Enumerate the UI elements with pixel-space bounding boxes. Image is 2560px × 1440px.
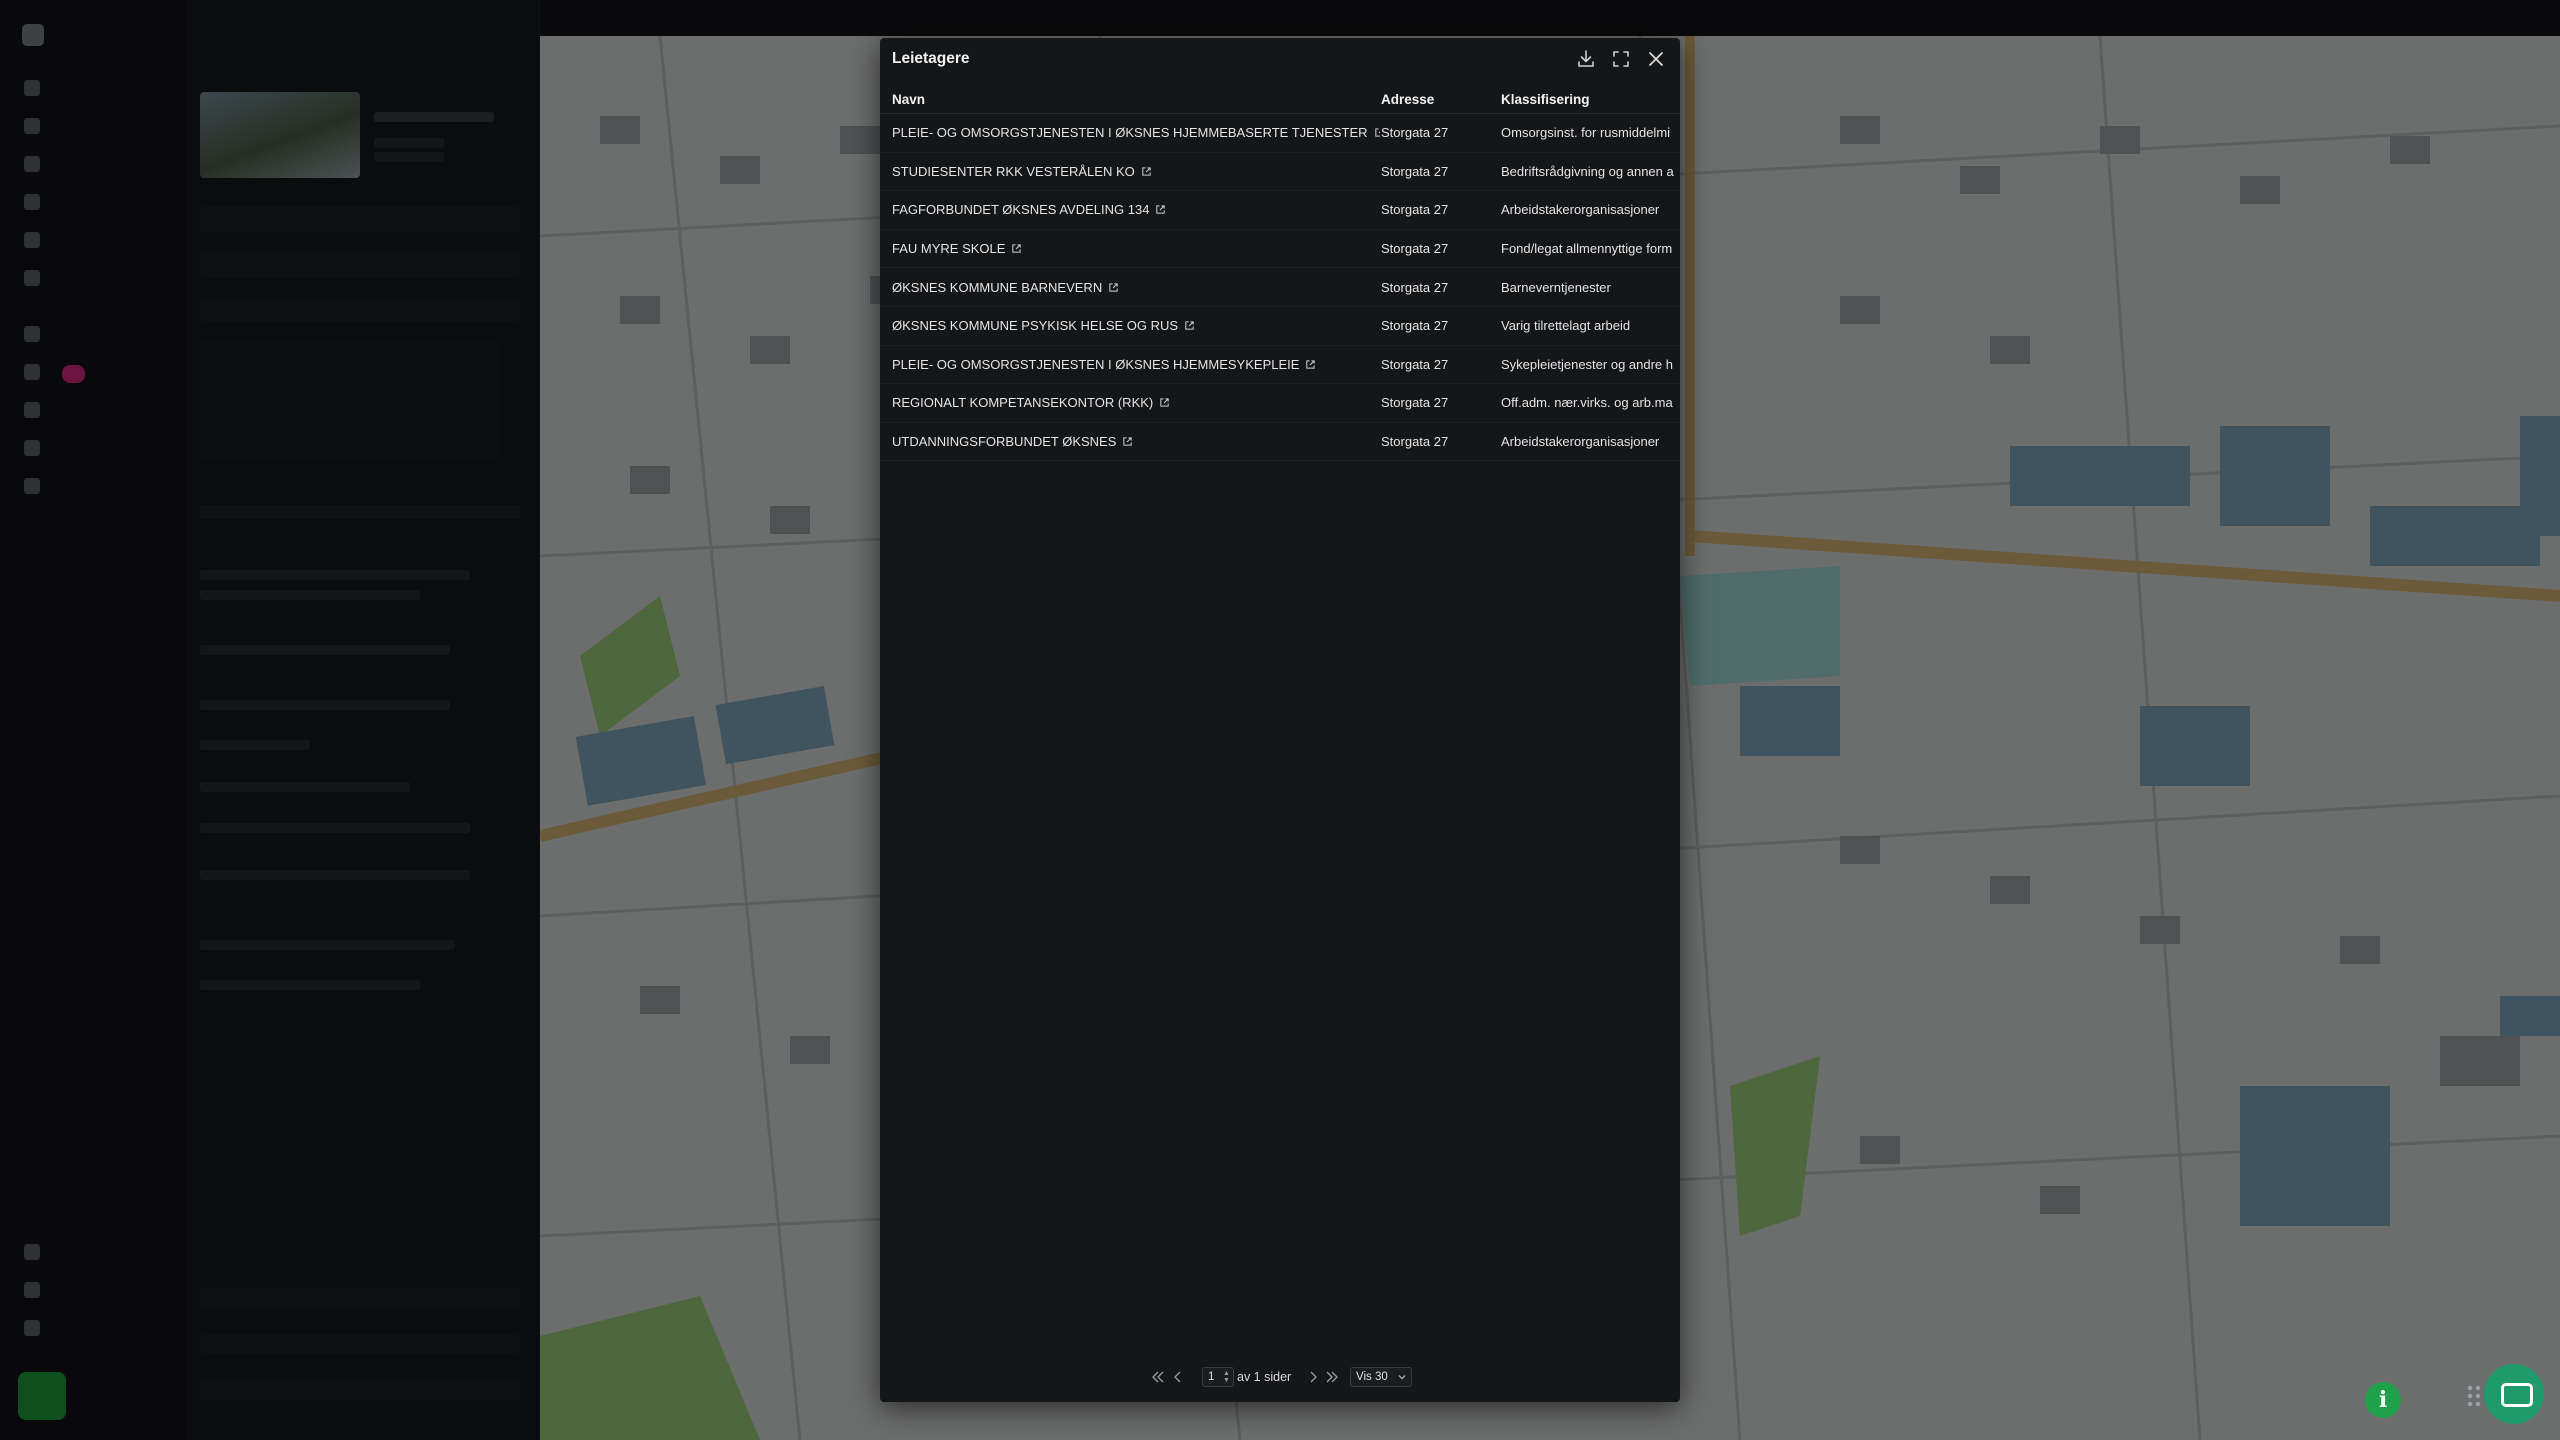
- tenant-name-cell[interactable]: PLEIE- OG OMSORGSTJENESTEN I ØKSNES HJEM…: [892, 114, 1380, 152]
- table-row[interactable]: STUDIESENTER RKK VESTERÅLEN KO Storgata 2…: [880, 153, 1680, 192]
- tenant-classification-cell: Bedriftsrådgivning og annen a: [1501, 163, 1674, 179]
- tenant-name-link[interactable]: UTDANNINGSFORBUNDET ØKSNES: [892, 434, 1116, 449]
- last-page-button[interactable]: [1324, 1369, 1340, 1385]
- tenant-classification-cell: Omsorgsinst. for rusmiddelmi: [1501, 125, 1671, 141]
- page-count-text: av 1 sider: [1237, 1370, 1292, 1384]
- tenant-address-cell: Storgata 27: [1381, 356, 1449, 372]
- tenant-classification-cell: Barneverntjenester: [1501, 279, 1611, 295]
- tenant-name-link[interactable]: ØKSNES KOMMUNE BARNEVERN: [892, 280, 1102, 295]
- tenant-name-cell[interactable]: FAU MYRE SKOLE: [892, 230, 1380, 268]
- tenant-address-cell: Storgata 27: [1381, 125, 1449, 141]
- tenant-name-cell[interactable]: STUDIESENTER RKK VESTERÅLEN KO: [892, 153, 1380, 191]
- tenants-table: Navn Adresse Klassifisering PLEIE- OG OM…: [880, 86, 1680, 462]
- chat-icon[interactable]: [2484, 1364, 2544, 1424]
- chevron-down-icon: [1398, 1375, 1406, 1380]
- tenant-name-cell[interactable]: ØKSNES KOMMUNE PSYKISK HELSE OG RUS: [892, 307, 1380, 345]
- tenant-name-link[interactable]: REGIONALT KOMPETANSEKONTOR (RKK): [892, 395, 1153, 410]
- tenant-name-link[interactable]: STUDIESENTER RKK VESTERÅLEN KO: [892, 164, 1135, 179]
- tenant-classification-cell: Fond/legat allmennyttige form: [1501, 241, 1673, 257]
- tenant-address-cell: Storgata 27: [1381, 434, 1449, 450]
- tenant-classification-cell: Arbeidstakerorganisasjoner: [1501, 434, 1660, 450]
- pagination: ▲▼ av 1 sider Vis 30: [880, 1364, 1680, 1390]
- dialog-title: Leietagere: [892, 50, 970, 67]
- tenant-address-cell: Storgata 27: [1381, 202, 1449, 218]
- external-link-icon[interactable]: [1374, 127, 1380, 138]
- table-row[interactable]: PLEIE- OG OMSORGSTJENESTEN I ØKSNES HJEM…: [880, 346, 1680, 385]
- tenant-classification-cell: Arbeidstakerorganisasjoner: [1501, 202, 1660, 218]
- external-link-icon[interactable]: [1011, 243, 1022, 254]
- expand-icon: [1613, 51, 1629, 67]
- close-icon: [1649, 52, 1663, 66]
- tenant-name-link[interactable]: PLEIE- OG OMSORGSTJENESTEN I ØKSNES HJEM…: [892, 357, 1299, 372]
- fullscreen-button[interactable]: [1609, 47, 1633, 71]
- tenants-dialog: Leietagere Navn Adresse Klassifisering P…: [880, 38, 1680, 1402]
- external-link-icon[interactable]: [1184, 320, 1195, 331]
- tenant-name-cell[interactable]: PLEIE- OG OMSORGSTJENESTEN I ØKSNES HJEM…: [892, 346, 1380, 384]
- external-link-icon[interactable]: [1108, 282, 1119, 293]
- tenant-address-cell: Storgata 27: [1381, 395, 1449, 411]
- drag-handle-icon[interactable]: [2466, 1384, 2482, 1406]
- double-chevron-left-icon: [1152, 1371, 1164, 1383]
- first-page-button[interactable]: [1150, 1369, 1166, 1385]
- double-chevron-right-icon: [1326, 1371, 1338, 1383]
- chevron-right-icon: [1310, 1371, 1317, 1383]
- page-size-select[interactable]: Vis 30: [1350, 1367, 1412, 1387]
- column-header-address[interactable]: Adresse: [1381, 86, 1491, 113]
- page-size-value: Vis 30: [1356, 1371, 1388, 1383]
- column-header-classification[interactable]: Klassifisering: [1501, 86, 1680, 113]
- column-header-name[interactable]: Navn: [892, 86, 1380, 113]
- table-row[interactable]: REGIONALT KOMPETANSEKONTOR (RKK) Storgata…: [880, 384, 1680, 423]
- tenant-address-cell: Storgata 27: [1381, 241, 1449, 257]
- tenant-classification-cell: Sykepleietjenester og andre h: [1501, 356, 1674, 372]
- tenant-name-link[interactable]: ØKSNES KOMMUNE PSYKISK HELSE OG RUS: [892, 318, 1178, 333]
- table-row[interactable]: FAU MYRE SKOLE Storgata 27 Fond/legat allm…: [880, 230, 1680, 269]
- page-stepper-icon[interactable]: ▲ ▼: [1223, 1370, 1231, 1384]
- previous-page-button[interactable]: [1170, 1369, 1186, 1385]
- tenant-address-cell: Storgata 27: [1381, 279, 1449, 295]
- info-icon[interactable]: i: [2365, 1382, 2401, 1418]
- tenant-address-cell: Storgata 27: [1381, 163, 1449, 179]
- tenant-name-cell[interactable]: REGIONALT KOMPETANSEKONTOR (RKK): [892, 384, 1380, 422]
- next-page-button[interactable]: [1305, 1369, 1321, 1385]
- external-link-icon[interactable]: [1141, 166, 1152, 177]
- close-button[interactable]: [1644, 47, 1668, 71]
- download-button[interactable]: [1574, 47, 1598, 71]
- tenant-classification-cell: Off.adm. nær.virks. og arb.ma: [1501, 395, 1673, 411]
- tenant-name-link[interactable]: FAU MYRE SKOLE: [892, 241, 1005, 256]
- tenant-name-cell[interactable]: ØKSNES KOMMUNE BARNEVERN: [892, 268, 1380, 306]
- tenant-name-cell[interactable]: UTDANNINGSFORBUNDET ØKSNES: [892, 423, 1380, 461]
- table-row[interactable]: UTDANNINGSFORBUNDET ØKSNES Storgata 27 Arb…: [880, 423, 1680, 462]
- table-row[interactable]: PLEIE- OG OMSORGSTJENESTEN I ØKSNES HJEM…: [880, 114, 1680, 153]
- chevron-left-icon: [1174, 1371, 1181, 1383]
- external-link-icon[interactable]: [1155, 204, 1166, 215]
- table-row[interactable]: ØKSNES KOMMUNE BARNEVERN Storgata 27 Barne…: [880, 268, 1680, 307]
- table-header-row: Navn Adresse Klassifisering: [880, 86, 1680, 114]
- table-row[interactable]: FAGFORBUNDET ØKSNES AVDELING 134 Storgata…: [880, 191, 1680, 230]
- tenant-name-cell[interactable]: FAGFORBUNDET ØKSNES AVDELING 134: [892, 191, 1380, 229]
- external-link-icon[interactable]: [1305, 359, 1316, 370]
- tenant-name-link[interactable]: FAGFORBUNDET ØKSNES AVDELING 134: [892, 202, 1149, 217]
- tenant-classification-cell: Varig tilrettelagt arbeid: [1501, 318, 1631, 334]
- table-row[interactable]: ØKSNES KOMMUNE PSYKISK HELSE OG RUS Storg…: [880, 307, 1680, 346]
- tenant-name-link[interactable]: PLEIE- OG OMSORGSTJENESTEN I ØKSNES HJEM…: [892, 125, 1368, 140]
- download-icon: [1578, 50, 1594, 67]
- table-body: PLEIE- OG OMSORGSTJENESTEN I ØKSNES HJEM…: [880, 114, 1680, 462]
- external-link-icon[interactable]: [1159, 397, 1170, 408]
- external-link-icon[interactable]: [1122, 436, 1133, 447]
- tenant-address-cell: Storgata 27: [1381, 318, 1449, 334]
